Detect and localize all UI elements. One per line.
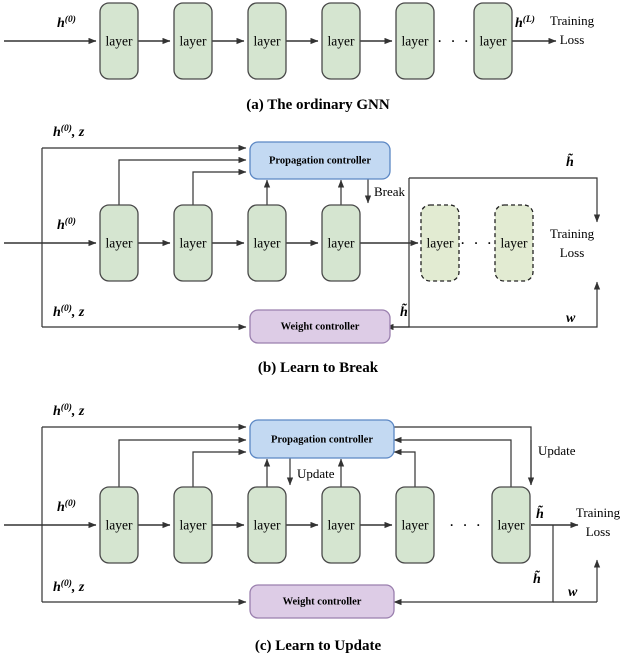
panel-b-weight-controller-label: Weight controller	[281, 322, 360, 333]
panel-a-output-label: h(L)	[515, 14, 535, 31]
panel-b-tap-layer1	[118, 156, 247, 205]
panel-a-layer-label-2: layer	[180, 34, 207, 49]
panel-c-caption: (c) Learn to Update	[255, 638, 382, 654]
panel-a-layer-label-6: layer	[480, 34, 507, 49]
panel-b-ellipsis: · · ·	[460, 236, 494, 253]
panel-c-loss-line-2: Loss	[586, 524, 611, 539]
panel-b-layer-label-4: layer	[328, 236, 355, 251]
panel-c: Propagation controller Update Update lay…	[4, 402, 621, 654]
panel-b-layer-label-3: layer	[254, 236, 281, 251]
panel-b-propagation-controller-label: Propagation controller	[269, 156, 371, 167]
panel-b-tap-layer2	[192, 168, 247, 205]
panel-c-tap-layer2	[192, 448, 247, 487]
panel-b-loss-line-1: Training	[550, 226, 595, 241]
panel-b-break-label: Break	[374, 184, 406, 199]
panel-a-layer-label-4: layer	[328, 34, 355, 49]
panel-b-bottom-feedback-label: h(0), z	[53, 303, 85, 320]
panel-c-weight-controller-label: Weight controller	[283, 597, 362, 608]
panel-a-layer-label-3: layer	[254, 34, 281, 49]
panel-c-input-label: h(0)	[57, 498, 76, 515]
panel-c-tap-layer1	[118, 436, 247, 487]
panel-c-htilde-top-label: h̃	[536, 504, 544, 522]
panel-b-ghost-layer-label-2: layer	[501, 236, 528, 251]
figure-root: layer layer layer layer layer layer · · …	[4, 2, 621, 654]
panel-b-ghost-layer-label-1: layer	[427, 236, 454, 251]
panel-b-htilde-top-label: h̃	[566, 152, 574, 170]
panel-c-layer-label-2: layer	[180, 518, 207, 533]
panel-c-update-label-outer: Update	[538, 443, 576, 458]
panel-a-input-label: h(0)	[57, 14, 76, 31]
panel-a: layer layer layer layer layer layer · · …	[4, 2, 595, 113]
panel-a-ellipsis: · · ·	[437, 34, 471, 51]
panel-c-layer-label-5: layer	[402, 518, 429, 533]
panel-c-tap-layer6	[393, 436, 512, 487]
panel-c-bottom-feedback-label: h(0), z	[53, 578, 85, 595]
panel-c-ellipsis: · · ·	[449, 518, 483, 535]
panel-c-w-label: w	[568, 585, 578, 600]
panel-c-loss-line-1: Training	[576, 505, 621, 520]
panel-a-loss-line-2: Loss	[560, 32, 585, 47]
panel-c-htilde-bottom-label: h̃	[533, 569, 541, 587]
panel-b-input-label: h(0)	[57, 216, 76, 233]
panel-b-layer-label-2: layer	[180, 236, 207, 251]
panel-c-propagation-controller-label: Propagation controller	[271, 435, 373, 446]
panel-a-layer-label-5: layer	[402, 34, 429, 49]
panel-c-top-feedback-label: h(0), z	[53, 402, 85, 419]
panel-b-layer-label-1: layer	[106, 236, 133, 251]
panel-c-layer-label-1: layer	[106, 518, 133, 533]
panel-a-caption: (a) The ordinary GNN	[246, 97, 390, 113]
panel-b-htilde-bottom-label: h̃	[400, 302, 408, 320]
panel-c-layer-label-6: layer	[498, 518, 525, 533]
panel-b: Propagation controller Break layer layer…	[4, 123, 601, 376]
panel-b-w-label: w	[566, 311, 576, 326]
panel-c-layer-label-3: layer	[254, 518, 281, 533]
panel-c-tap-layer5	[393, 448, 416, 487]
panel-c-layer-label-4: layer	[328, 518, 355, 533]
panel-a-layer-label-1: layer	[106, 34, 133, 49]
panel-b-top-feedback-label: h(0), z	[53, 123, 85, 140]
panel-a-loss-line-1: Training	[550, 13, 595, 28]
panel-b-loss-line-2: Loss	[560, 245, 585, 260]
panel-c-update-label-inner: Update	[297, 466, 335, 481]
panel-b-caption: (b) Learn to Break	[258, 360, 379, 376]
